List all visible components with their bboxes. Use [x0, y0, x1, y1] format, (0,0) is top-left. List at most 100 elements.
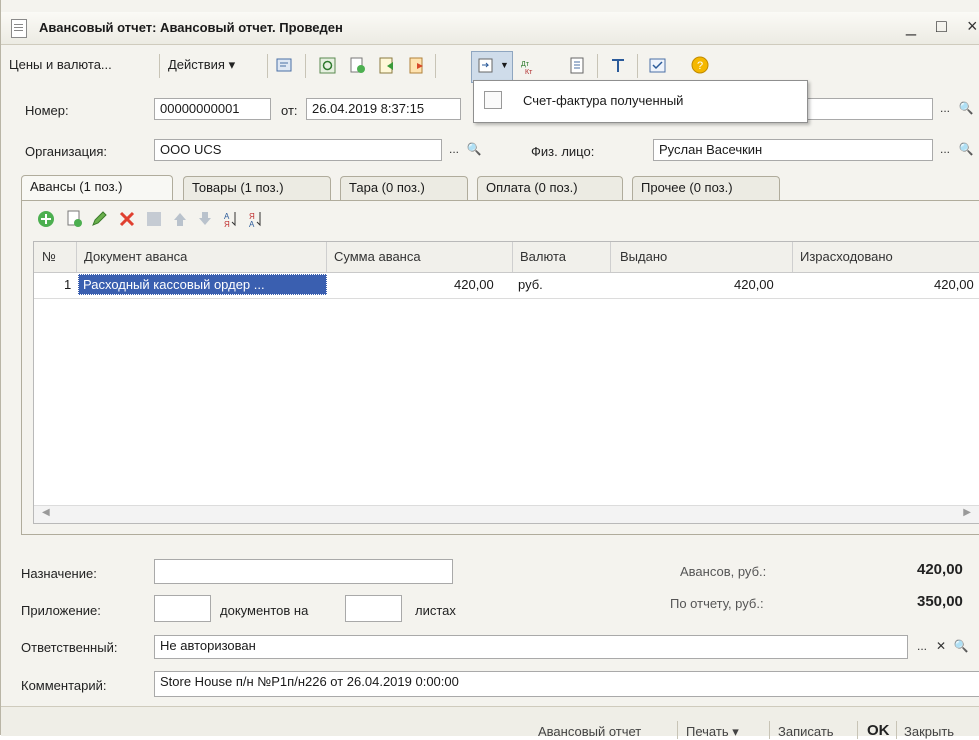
window-title: Авансовый отчет: Авансовый отчет. Провед…: [39, 20, 343, 35]
close-form-button[interactable]: Закрыть: [904, 724, 954, 739]
arrow-down-icon: [199, 212, 211, 225]
attachment-label: Приложение:: [21, 603, 101, 618]
document-icon: [11, 19, 27, 38]
select-button[interactable]: ...: [935, 98, 955, 120]
structure-icon[interactable]: [409, 57, 427, 75]
selected-cell[interactable]: Расходный кассовый ордер ...: [78, 274, 327, 295]
report-total-label: По отчету, руб.:: [670, 596, 764, 611]
minimize-button[interactable]: _: [906, 16, 916, 37]
maximize-button[interactable]: □: [936, 16, 947, 37]
column-header-number[interactable]: №: [42, 249, 56, 264]
enter-based-on-button[interactable]: ▼: [471, 51, 513, 83]
close-button[interactable]: ×: [967, 16, 978, 37]
column-header-amount[interactable]: Сумма аванса: [334, 249, 421, 264]
column-header-currency[interactable]: Валюта: [520, 249, 566, 264]
column-header-spent[interactable]: Израсходовано: [800, 249, 893, 264]
search-icon[interactable]: 🔍: [464, 139, 484, 161]
footer-bar: Авансовый отчет Печать ▾ Записать OK Зак…: [1, 706, 979, 739]
organization-field[interactable]: ООО UCS: [154, 139, 442, 161]
invoice-document-icon: [484, 91, 502, 109]
number-field[interactable]: 00000000001: [154, 98, 271, 120]
report-print-button[interactable]: Авансовый отчет: [538, 724, 641, 739]
report-icon[interactable]: [569, 57, 587, 75]
ok-button[interactable]: OK: [867, 722, 890, 739]
search-icon[interactable]: 🔍: [956, 139, 976, 161]
cell-amount: 420,00: [454, 277, 494, 292]
select-button[interactable]: ...: [935, 139, 955, 161]
select-button[interactable]: ...: [912, 636, 932, 658]
sheets-label: листах: [415, 603, 456, 618]
search-icon[interactable]: 🔍: [951, 636, 971, 658]
clear-icon[interactable]: ✕: [931, 636, 951, 658]
comment-label: Комментарий:: [21, 678, 107, 693]
actions-menu-button[interactable]: Действия ▾: [168, 57, 235, 73]
purpose-label: Назначение:: [21, 566, 97, 581]
tab-containers[interactable]: Тара (0 поз.): [340, 176, 468, 200]
tab-other[interactable]: Прочее (0 поз.): [632, 176, 780, 200]
svg-text:Дт: Дт: [521, 61, 530, 68]
menu-item-invoice-received[interactable]: Счет-фактура полученный: [523, 93, 683, 108]
tab-advances[interactable]: Авансы (1 поз.): [21, 175, 173, 201]
copy-document-icon[interactable]: [349, 57, 367, 75]
date-field[interactable]: 26.04.2019 8:37:15: [306, 98, 461, 120]
delete-icon[interactable]: [118, 210, 136, 228]
cell-spent: 420,00: [934, 277, 974, 292]
attachment-docs-field[interactable]: [154, 595, 211, 622]
column-separator[interactable]: [610, 242, 611, 272]
toolbar-separator: [637, 54, 638, 78]
column-separator[interactable]: [326, 242, 327, 272]
responsible-label: Ответственный:: [21, 640, 118, 655]
tab-goods[interactable]: Товары (1 поз.): [183, 176, 331, 200]
document-window: Авансовый отчет: Авансовый отчет. Провед…: [0, 0, 979, 739]
save-button[interactable]: Записать: [778, 724, 834, 739]
svg-text:А: А: [249, 220, 255, 228]
responsible-field[interactable]: Не авторизован: [154, 635, 908, 659]
horizontal-scrollbar[interactable]: ◀ ▶: [34, 505, 979, 523]
footer-separator: [769, 721, 770, 739]
prices-currency-button[interactable]: Цены и валюта...: [9, 57, 112, 72]
save-row-icon: [147, 212, 161, 226]
sort-descending-icon[interactable]: ЯА: [248, 210, 266, 228]
person-field[interactable]: Руслан Васечкин: [653, 139, 933, 161]
table-row[interactable]: 1 Расходный кассовый ордер ... 420,00 ру…: [34, 272, 979, 299]
print-menu-button[interactable]: Печать ▾: [686, 724, 739, 740]
column-separator[interactable]: [512, 242, 513, 272]
organization-label: Организация:: [25, 144, 108, 159]
add-icon[interactable]: [37, 210, 55, 228]
docs-on-label: документов на: [220, 603, 309, 618]
column-separator[interactable]: [76, 242, 77, 272]
number-label: Номер:: [25, 103, 69, 118]
purpose-field[interactable]: [154, 559, 453, 584]
attachment-sheets-field[interactable]: [345, 595, 402, 622]
sort-ascending-icon[interactable]: АЯ: [223, 210, 241, 228]
column-separator[interactable]: [792, 242, 793, 272]
tab-payment[interactable]: Оплата (0 поз.): [477, 176, 623, 200]
column-header-document[interactable]: Документ аванса: [84, 249, 187, 264]
based-on-dropdown: Счет-фактура полученный: [473, 80, 808, 123]
edit-icon[interactable]: [90, 210, 108, 228]
help-icon[interactable]: ?: [691, 56, 709, 74]
comment-field[interactable]: Store House п/н №Р1п/н226 от 26.04.2019 …: [154, 671, 979, 697]
report-total-value: 350,00: [917, 593, 963, 610]
arrow-up-icon: [174, 213, 186, 226]
svg-text:?: ?: [697, 60, 703, 72]
move-document-icon[interactable]: [276, 57, 294, 75]
advances-table: № Документ аванса Сумма аванса Валюта Вы…: [33, 241, 979, 524]
structure-hierarchy-icon[interactable]: [609, 57, 627, 75]
column-header-issued[interactable]: Выдано: [620, 249, 667, 264]
based-on-icon[interactable]: [379, 57, 397, 75]
footer-separator: [857, 721, 858, 739]
select-button[interactable]: ...: [444, 139, 464, 161]
person-label: Физ. лицо:: [531, 144, 595, 159]
toolbar-separator: [159, 54, 160, 78]
cell-number: 1: [64, 277, 72, 292]
dt-kt-icon[interactable]: ДтКт: [519, 57, 537, 75]
title-bar: Авансовый отчет: Авансовый отчет. Провед…: [1, 12, 979, 45]
scroll-left-icon[interactable]: ◀: [42, 507, 50, 518]
copy-row-icon[interactable]: [65, 210, 83, 228]
search-icon[interactable]: 🔍: [956, 98, 976, 120]
scroll-right-icon[interactable]: ▶: [963, 507, 971, 518]
refresh-icon[interactable]: [319, 57, 337, 75]
toolbar-separator: [597, 54, 598, 78]
checklist-icon[interactable]: [649, 57, 667, 75]
